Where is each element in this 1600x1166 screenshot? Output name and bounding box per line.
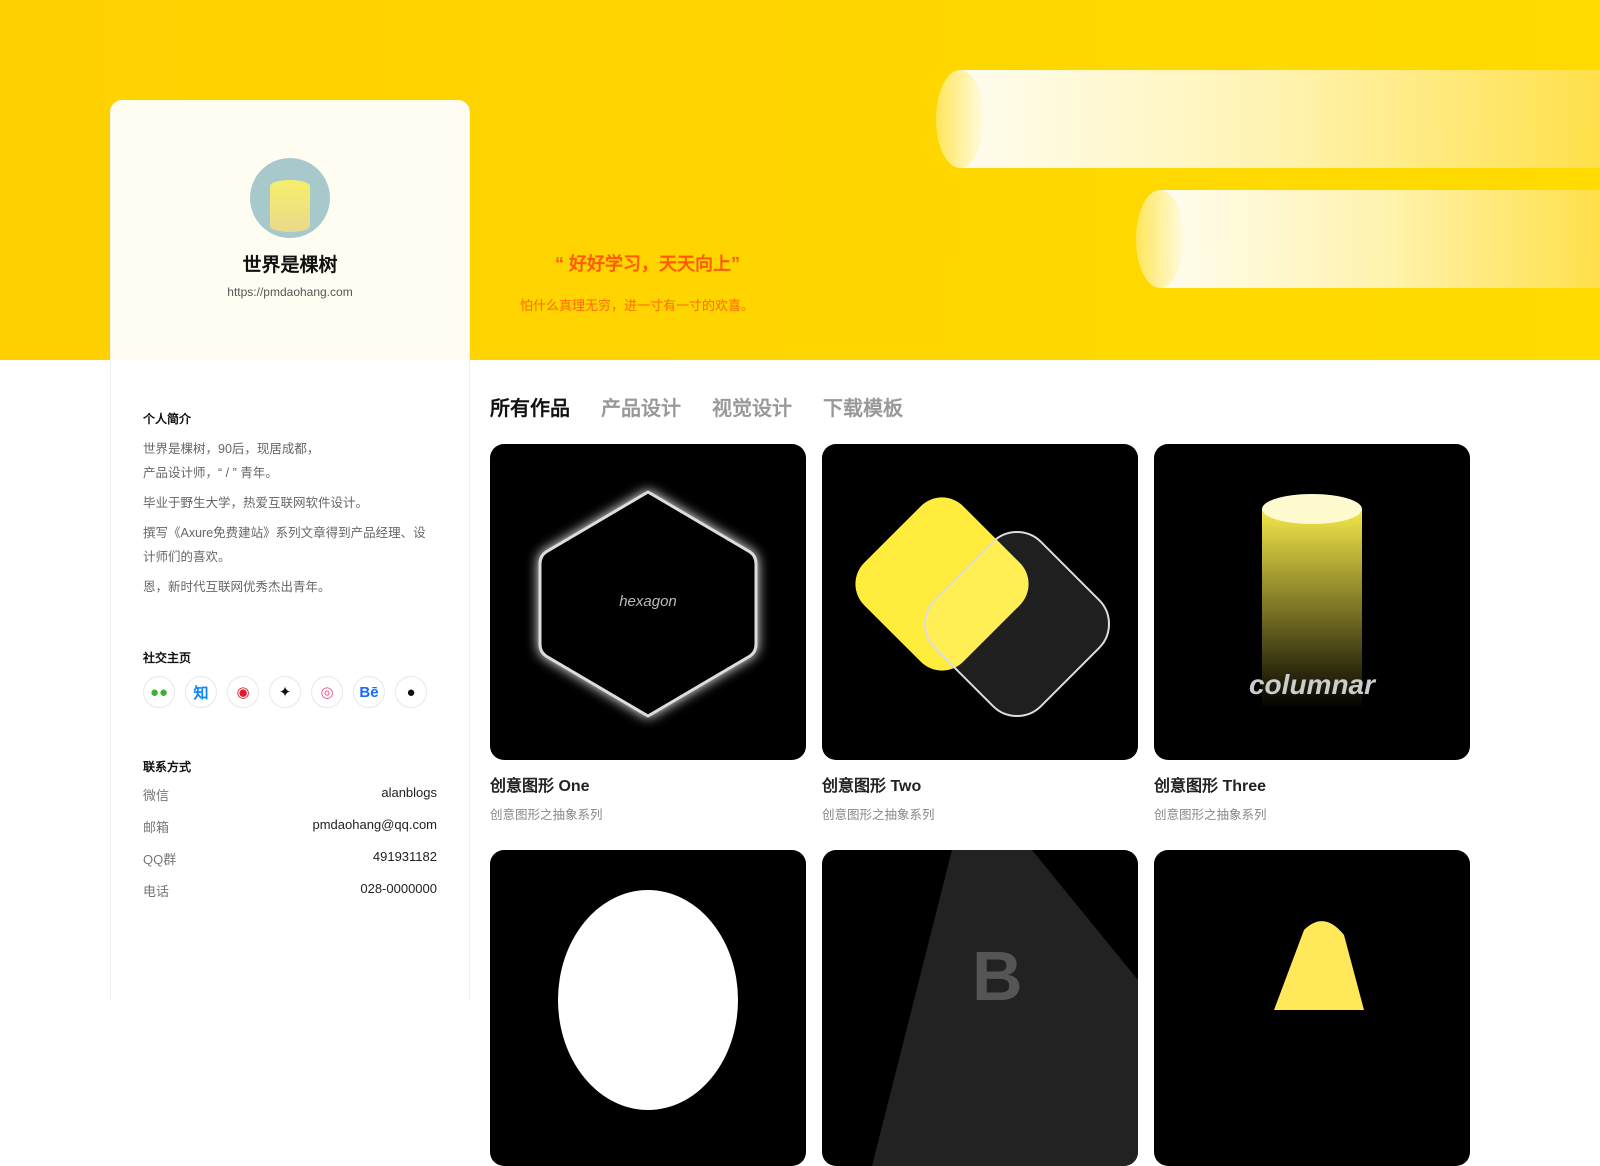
dribbble-icon[interactable]: ◎ [311, 676, 343, 708]
work-thumbnail[interactable] [1154, 850, 1470, 1166]
about-paragraph: 恩，新时代互联网优秀杰出青年。 [143, 580, 331, 594]
work-thumbnail[interactable] [490, 850, 806, 1166]
jike-icon[interactable]: ✦ [269, 676, 301, 708]
contact-row: 邮箱 pmdaohang@qq.com [143, 817, 437, 836]
tab-product-design[interactable]: 产品设计 [601, 392, 681, 421]
contact-value[interactable]: alanblogs [381, 785, 437, 804]
work-card[interactable]: hexagon 创意图形 One 创意图形之抽象系列 [490, 444, 806, 823]
contact-value[interactable]: pmdaohang@qq.com [313, 817, 438, 836]
avatar [250, 158, 330, 238]
work-thumbnail[interactable] [822, 444, 1138, 760]
profile-url[interactable]: https://pmdaohang.com [111, 285, 469, 299]
tab-visual-design[interactable]: 视觉设计 [712, 392, 792, 421]
work-card[interactable] [1154, 850, 1470, 1166]
work-subtitle: 创意图形之抽象系列 [1154, 808, 1267, 822]
banner-subtitle: 怕什么真理无穷，进一寸有一寸的欢喜。 [520, 298, 755, 313]
svg-text:B: B [972, 937, 1023, 1015]
work-card[interactable] [490, 850, 806, 1166]
about-paragraph: 撰写《Axure免费建站》系列文章得到产品经理、设计师们的喜欢。 [143, 526, 426, 564]
profile-sidebar: 世界是棵树 https://pmdaohang.com 个人简介 世界是棵树，9… [110, 100, 470, 1000]
contact-label: QQ群 [143, 852, 177, 867]
work-subtitle: 创意图形之抽象系列 [490, 808, 603, 822]
zhihu-icon[interactable]: 知 [185, 676, 217, 708]
weibo-icon[interactable]: ◉ [227, 676, 259, 708]
tab-all-works[interactable]: 所有作品 [490, 392, 570, 421]
contact-label: 电话 [143, 884, 170, 899]
contact-value[interactable]: 028-0000000 [360, 881, 437, 900]
banner-quote: “ 好好学习，天天向上” [555, 254, 741, 274]
about-paragraph: 世界是棵树，90后，现居成都， 产品设计师，“ / ” 青年。 [143, 442, 320, 480]
contact-heading: 联系方式 [143, 760, 192, 774]
category-tabs: 所有作品 产品设计 视觉设计 下载模板 [490, 392, 903, 421]
profile-name: 世界是棵树 [242, 255, 338, 276]
contact-row: 微信 alanblogs [143, 785, 437, 804]
social-heading: 社交主页 [143, 651, 192, 665]
work-title[interactable]: 创意图形 One [490, 772, 806, 796]
work-title[interactable]: 创意图形 Three [1154, 772, 1470, 796]
contact-row: 电话 028-0000000 [143, 881, 437, 900]
wechat-icon[interactable]: ●● [143, 676, 175, 708]
work-card[interactable]: 创意图形 Two 创意图形之抽象系列 [822, 444, 1138, 823]
about-heading: 个人简介 [143, 412, 192, 426]
work-card[interactable]: columnar 创意图形 Three 创意图形之抽象系列 [1154, 444, 1470, 823]
github-icon[interactable]: ● [395, 676, 427, 708]
contact-list: 微信 alanblogs 邮箱 pmdaohang@qq.com QQ群 49193118… [143, 785, 437, 900]
contact-label: 微信 [143, 788, 170, 803]
work-thumbnail[interactable]: B [822, 850, 1138, 1166]
tube-decoration [1136, 190, 1600, 288]
work-title[interactable]: 创意图形 Two [822, 772, 1138, 796]
work-subtitle: 创意图形之抽象系列 [822, 808, 935, 822]
contact-row: QQ群 491931182 [143, 849, 437, 868]
work-thumbnail[interactable]: hexagon [490, 444, 806, 760]
art-text: hexagon [619, 593, 677, 610]
tube-decoration [936, 70, 1600, 168]
work-card[interactable]: B [822, 850, 1138, 1166]
art-text: columnar [1249, 669, 1377, 700]
contact-label: 邮箱 [143, 820, 170, 835]
tab-templates[interactable]: 下载模板 [823, 392, 903, 421]
about-paragraph: 毕业于野生大学，热爱互联网软件设计。 [143, 496, 369, 510]
social-links: ●● 知 ◉ ✦ ◎ Bē ● [143, 676, 437, 708]
contact-value[interactable]: 491931182 [373, 849, 437, 868]
work-thumbnail[interactable]: columnar [1154, 444, 1470, 760]
behance-icon[interactable]: Bē [353, 676, 385, 708]
